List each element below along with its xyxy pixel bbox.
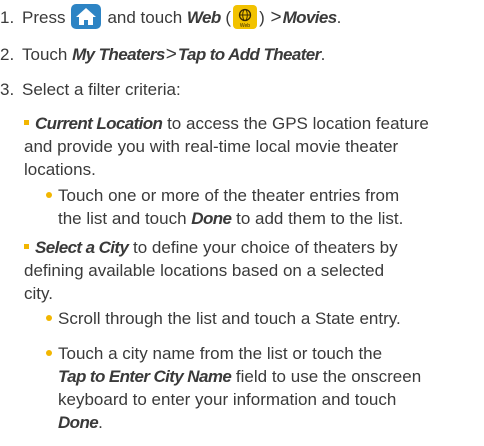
globe-icon: Web	[233, 4, 258, 29]
option-current-location: Current Location to access the GPS locat…	[24, 114, 429, 179]
svg-text:Web: Web	[240, 23, 250, 29]
dot-bullet	[46, 350, 52, 356]
square-bullet	[24, 244, 29, 250]
option-select-city: Select a City to define your choice of t…	[24, 238, 398, 303]
step-3: 3. Select a filter criteria:	[0, 80, 181, 99]
sub-scroll-state: Scroll through the list and touch a Stat…	[58, 309, 401, 328]
dot-bullet	[46, 192, 52, 198]
sub-city-name: Touch a city name from the list or touch…	[58, 344, 422, 432]
step-1: 1. Press and touch Web (Web) >Movies.	[0, 4, 341, 31]
movies-instructions: 1. Press and touch Web (Web) >Movies. 2. To…	[0, 0, 484, 446]
dot-bullet	[46, 315, 52, 321]
square-bullet	[24, 120, 29, 126]
home-icon	[71, 4, 102, 29]
sub-theater-entries: Touch one or more of the theater entries…	[58, 186, 404, 228]
step-2: 2. Touch My Theaters>Tap to Add Theater.	[0, 44, 326, 65]
